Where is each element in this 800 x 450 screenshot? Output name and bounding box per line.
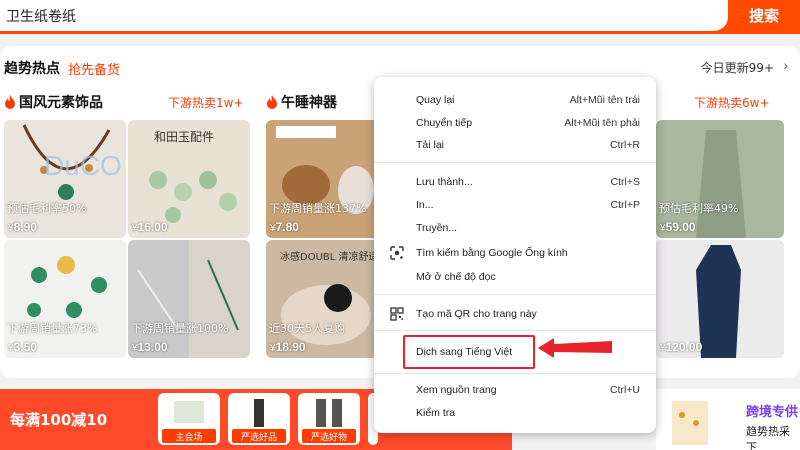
group-title-guofeng: 国风元素饰品 <box>4 92 103 112</box>
card-label: 下游周销量涨73% <box>7 322 98 335</box>
svg-text:DuCO: DuCO <box>44 150 122 181</box>
promo-text: 每满100减10 <box>10 411 108 429</box>
menu-separator <box>374 330 656 331</box>
search-bar: 卫生纸卷纸 搜索 <box>0 0 800 34</box>
cross-subtitle: 趋势热采 下 <box>746 425 790 450</box>
cross-image <box>672 401 708 445</box>
search-button[interactable]: 搜索 <box>728 0 800 31</box>
menu-item-print[interactable]: In... Ctrl+P <box>374 194 656 216</box>
menu-item-inspect[interactable]: Kiểm tra <box>374 402 656 424</box>
card-top-text: 和田玉配件 <box>154 130 215 144</box>
card-price: ¥7.80 <box>270 220 299 234</box>
section-title: 趋势热点 <box>4 61 60 77</box>
product-card[interactable]: 下游周销量涨73% ¥3.50 <box>4 240 126 358</box>
menu-separator <box>374 162 656 163</box>
menu-item-qr-code[interactable]: Tạo mã QR cho trang này <box>374 303 656 325</box>
card-price: ¥13.00 <box>132 340 168 354</box>
cross-title: 跨境专供 <box>746 405 799 420</box>
group-title-wushui: 午睡神器 <box>266 92 337 112</box>
flame-icon <box>267 95 277 109</box>
menu-item-reader-mode[interactable]: Mở ở chế độ đọc <box>374 266 656 288</box>
card-label: 近30天5人复购 <box>269 322 345 335</box>
group-link-guofeng[interactable]: 下游热卖1w+ <box>168 94 244 111</box>
card-label: 下游周销量涨100% <box>131 322 229 335</box>
qr-code-icon <box>390 307 404 321</box>
promo-image <box>316 399 342 427</box>
product-card[interactable]: DuCO 预估毛利率50% ¥8.90 <box>4 120 126 238</box>
flame-icon <box>5 95 15 109</box>
card-label: 预估毛利率49% <box>659 202 739 215</box>
promo-image <box>254 399 264 427</box>
product-card[interactable]: 下游周销量涨137% ¥7.80 <box>266 120 388 238</box>
section-subtitle: 抢先备货 <box>68 63 121 78</box>
card-price: ¥8.90 <box>8 220 37 234</box>
product-card[interactable]: 下游周销量涨100% ¥13.00 <box>128 240 250 358</box>
search-input[interactable]: 卫生纸卷纸 <box>0 0 728 31</box>
menu-item-save-as[interactable]: Lưu thành... Ctrl+S <box>374 171 656 193</box>
menu-item-google-lens[interactable]: Tìm kiếm bằng Google Ống kính <box>374 242 656 264</box>
promo-tile[interactable]: 严选好物 <box>298 393 360 445</box>
promo-image <box>174 401 204 423</box>
card-label: 预估毛利率50% <box>7 202 87 215</box>
highlight-box <box>403 335 535 369</box>
update-count-link[interactable]: 今日更新99+ <box>701 59 774 76</box>
card-label: 下游周销量涨137% <box>269 202 367 215</box>
group-link-wushui[interactable]: 下游热卖6w+ <box>694 94 770 111</box>
product-card[interactable]: ¥120.00 <box>656 240 784 358</box>
context-menu: Quay lại Alt+Mũi tên trái Chuyển tiếp Al… <box>374 77 656 433</box>
menu-item-reload[interactable]: Tải lại Ctrl+R <box>374 134 656 156</box>
promo-tile[interactable]: 主会场 <box>158 393 220 445</box>
menu-item-back[interactable]: Quay lại Alt+Mũi tên trái <box>374 89 656 111</box>
card-price: ¥18.90 <box>270 340 306 354</box>
menu-separator <box>374 373 656 374</box>
card-price: ¥120.00 <box>660 340 703 354</box>
menu-item-view-source[interactable]: Xem nguồn trang Ctrl+U <box>374 379 656 401</box>
product-card[interactable]: 预估毛利率49% ¥59.00 <box>656 120 784 238</box>
promo-tile[interactable]: 严选好品 <box>228 393 290 445</box>
card-price: ¥16.00 <box>132 220 168 234</box>
cross-border-panel[interactable]: 跨境专供 趋势热采 下 <box>656 389 800 450</box>
product-card[interactable]: 冰感DOUBL 清凉舒适 近30天5人复购 ¥18.90 <box>266 240 388 358</box>
card-price: ¥3.50 <box>8 340 37 354</box>
card-price: ¥59.00 <box>660 220 696 234</box>
product-card[interactable]: 和田玉配件 ¥16.00 <box>128 120 250 238</box>
menu-separator <box>374 294 656 295</box>
arrow-left-icon <box>538 338 612 358</box>
chevron-right-icon[interactable]: › <box>783 57 788 73</box>
card-top-text: 冰感DOUBL 清凉舒适 <box>280 252 379 263</box>
menu-item-forward[interactable]: Chuyển tiếp Alt+Mũi tên phải <box>374 112 656 134</box>
google-lens-icon <box>390 246 404 260</box>
menu-item-cast[interactable]: Truyền... <box>374 217 656 239</box>
